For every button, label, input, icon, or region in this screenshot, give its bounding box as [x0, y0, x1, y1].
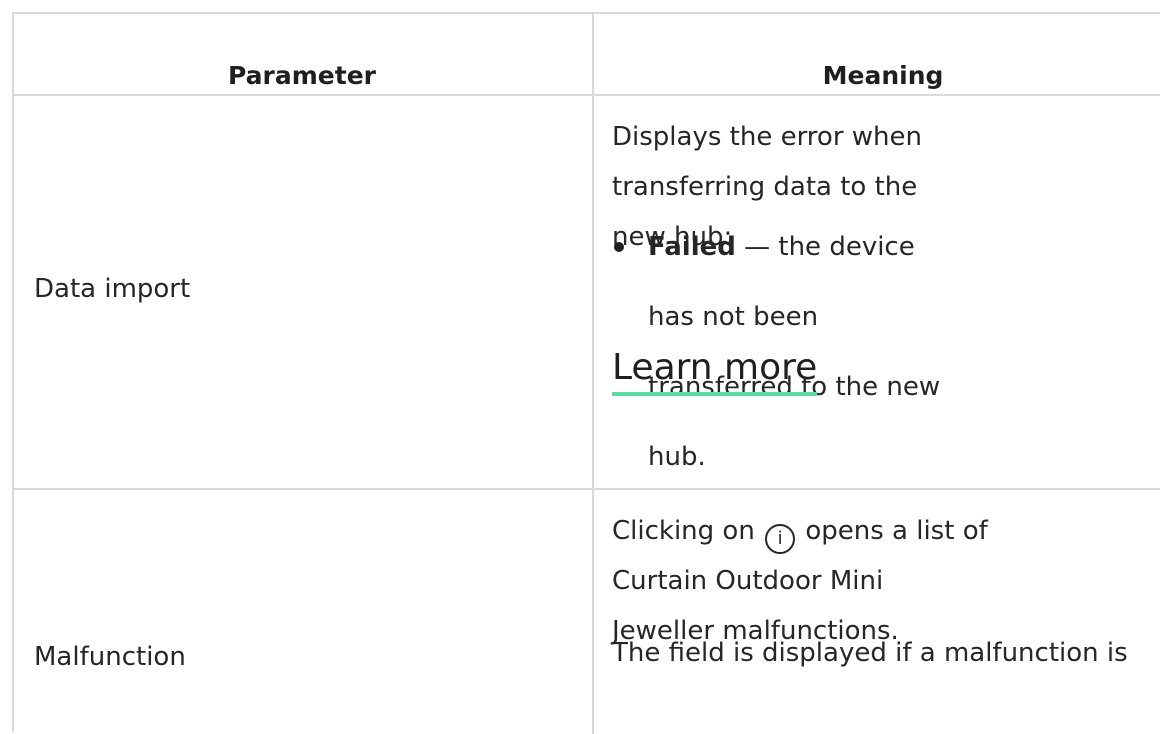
param-malfunction: Malfunction	[34, 642, 186, 672]
info-circle-icon[interactable]: i	[765, 524, 796, 554]
parameters-table: Parameter Meaning Data import Displays t…	[12, 12, 1160, 734]
learn-more-link[interactable]: Learn more	[612, 346, 818, 396]
malfunction-text-part1: Clicking on	[612, 516, 755, 546]
param-data-import: Data import	[34, 274, 191, 304]
column-header-meaning: Meaning	[822, 61, 944, 90]
malfunction-field-note: The field is displayed if a malfunction …	[612, 638, 1128, 668]
row-divider	[14, 488, 1160, 490]
bullet-item-failed: Failed — the device has not been transfe…	[612, 212, 1132, 472]
bullet-dot	[614, 242, 624, 252]
header-row-divider	[14, 94, 1160, 96]
column-header-parameter: Parameter	[228, 61, 376, 90]
status-failed-label: Failed	[648, 232, 736, 262]
column-divider	[592, 14, 594, 734]
